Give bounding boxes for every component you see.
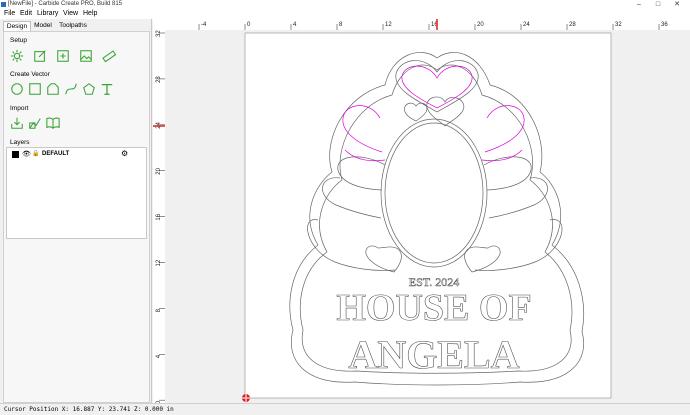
status-bar: Cursor Position X: 16.887 Y: 23.741 Z: 0… (0, 403, 690, 415)
rectangle-icon[interactable] (28, 82, 42, 96)
import-image-icon[interactable] (56, 49, 70, 63)
tab-design[interactable]: Design (3, 21, 31, 31)
layer-settings-gear-icon[interactable]: ⚙ (121, 149, 128, 158)
close-button[interactable]: ✕ (670, 0, 684, 9)
canvas-svg[interactable]: -404812162024283236 322824201612840 (153, 19, 690, 403)
y-ruler-label: 20 (156, 167, 162, 174)
cursor-position-text: Cursor Position X: 16.887 Y: 23.741 Z: 0… (4, 406, 174, 413)
menu-bar: File Edit Library View Help (0, 9, 690, 19)
x-ruler-label: 12 (385, 22, 392, 28)
section-setup-label: Setup (10, 37, 27, 44)
polygon-icon[interactable] (46, 82, 60, 96)
x-ruler-label: 36 (661, 22, 668, 28)
window-title: [NewFile] - Carbide Create PRO, Build 81… (8, 1, 123, 7)
section-import-label: Import (10, 105, 29, 112)
menu-edit[interactable]: Edit (20, 10, 32, 17)
y-ruler-label: 12 (156, 259, 162, 266)
x-ruler-label: -4 (201, 22, 207, 28)
layer-name: DEFAULT (42, 151, 70, 157)
ruler-icon[interactable] (102, 49, 116, 63)
app-icon (1, 2, 6, 7)
layer-row[interactable]: 👁 🔒 DEFAULT ⚙ (9, 149, 143, 159)
top-ruler (165, 19, 690, 30)
tab-model[interactable]: Model (32, 21, 54, 30)
import-toolbar (6, 113, 145, 135)
text-icon[interactable] (100, 82, 114, 96)
y-ruler-label: 32 (156, 30, 162, 37)
lock-icon[interactable]: 🔒 (32, 150, 39, 157)
menu-help[interactable]: Help (83, 10, 97, 17)
vector-toolbar (6, 79, 145, 101)
layers-panel: 👁 🔒 DEFAULT ⚙ (6, 147, 147, 239)
import-svg-icon[interactable] (28, 116, 42, 130)
image-icon[interactable] (79, 49, 93, 63)
x-ruler-label: 32 (615, 22, 622, 28)
y-ruler-label: 28 (156, 76, 162, 83)
section-layers-label: Layers (10, 139, 30, 146)
menu-library[interactable]: Library (37, 10, 58, 17)
setup-toolbar (6, 45, 145, 67)
library-book-icon[interactable] (46, 116, 60, 130)
circle-icon[interactable] (10, 82, 24, 96)
import-download-icon[interactable] (10, 116, 24, 130)
x-ruler-label: 28 (569, 22, 576, 28)
left-panel: Design Model Toolpaths Setup Create Vect… (0, 19, 152, 403)
design-canvas[interactable]: -404812162024283236 322824201612840 (153, 19, 690, 403)
y-ruler-label: 24 (156, 121, 162, 128)
title-bar: [NewFile] - Carbide Create PRO, Build 81… (0, 0, 690, 9)
eye-icon[interactable]: 👁 (22, 150, 31, 158)
curve-icon[interactable] (64, 82, 78, 96)
layer-color-swatch[interactable] (12, 151, 19, 158)
y-ruler-label: 16 (156, 213, 162, 220)
x-ruler-label: 20 (477, 22, 484, 28)
design-text-angela[interactable]: ANGELA (348, 332, 520, 378)
x-ruler-label: 24 (523, 22, 530, 28)
menu-file[interactable]: File (4, 10, 15, 17)
pentagon-icon[interactable] (82, 82, 96, 96)
edit-job-icon[interactable] (33, 49, 47, 63)
design-text-house-of[interactable]: HOUSE OF (336, 287, 532, 330)
maximize-button[interactable]: □ (651, 0, 665, 9)
menu-view[interactable]: View (63, 10, 78, 17)
origin-marker-icon (242, 394, 250, 402)
section-create-vector-label: Create Vector (10, 71, 50, 78)
tab-toolpaths[interactable]: Toolpaths (58, 21, 88, 30)
settings-gear-icon[interactable] (10, 49, 24, 63)
minimize-button[interactable]: – (632, 0, 646, 9)
